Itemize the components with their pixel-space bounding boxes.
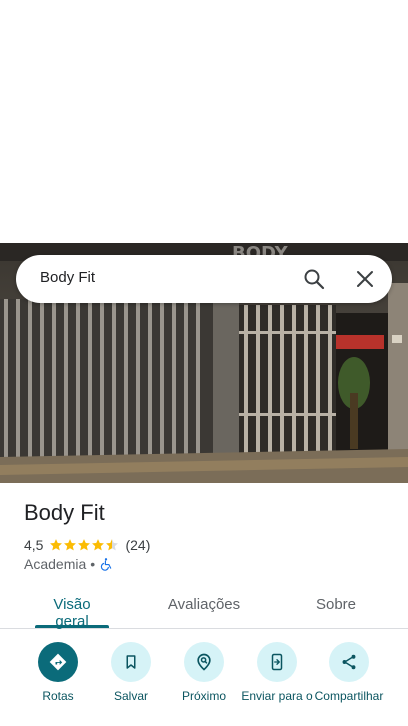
share-icon-circle [329, 642, 369, 682]
rating-value: 4,5 [24, 537, 44, 553]
review-count[interactable]: (24) [125, 537, 150, 553]
map-blank-area [0, 0, 408, 243]
wheelchair-accessible-icon [101, 558, 112, 571]
tab-avaliacoes[interactable]: Avaliações [164, 596, 244, 613]
half-star-icon [106, 539, 119, 551]
close-icon[interactable] [353, 267, 377, 291]
search-input[interactable]: Body Fit [40, 269, 95, 286]
directions-icon [49, 653, 67, 671]
rating-stars [49, 538, 119, 552]
send-to-phone-button[interactable]: Enviar para o [237, 642, 317, 703]
star-icon [78, 539, 91, 551]
share-button[interactable]: Compartilhar [310, 642, 388, 703]
nearby-search-icon [197, 653, 211, 671]
share-icon [342, 654, 356, 670]
save-button[interactable]: Salvar [91, 642, 171, 703]
star-icon [92, 539, 105, 551]
save-label: Salvar [113, 689, 148, 703]
send-icon-circle [257, 642, 297, 682]
save-icon-circle [111, 642, 151, 682]
active-tab-indicator [35, 625, 109, 628]
bookmark-icon [126, 655, 136, 669]
share-label: Compartilhar [314, 689, 384, 703]
directions-button[interactable]: Rotas [18, 642, 98, 703]
place-title: Body Fit [24, 500, 105, 525]
category-label: Academia [24, 556, 87, 572]
nearby-label: Próximo [181, 689, 226, 703]
category-row: Academia • [24, 556, 113, 572]
send-to-phone-label: Enviar para o [241, 689, 313, 703]
nearby-button[interactable]: Próximo [164, 642, 244, 703]
place-tabs: Visão geral Avaliações Sobre [0, 588, 408, 630]
send-to-phone-icon [271, 653, 283, 671]
directions-label: Rotas [42, 689, 74, 703]
nearby-icon-circle [184, 642, 224, 682]
star-icon [50, 539, 63, 551]
directions-icon-circle [38, 642, 78, 682]
star-icon [64, 539, 77, 551]
tab-sobre[interactable]: Sobre [311, 596, 361, 613]
separator: • [90, 556, 96, 572]
rating-row[interactable]: 4,5 (24) [24, 536, 150, 554]
search-bar[interactable]: Body Fit [16, 255, 392, 303]
search-icon[interactable] [302, 267, 326, 291]
